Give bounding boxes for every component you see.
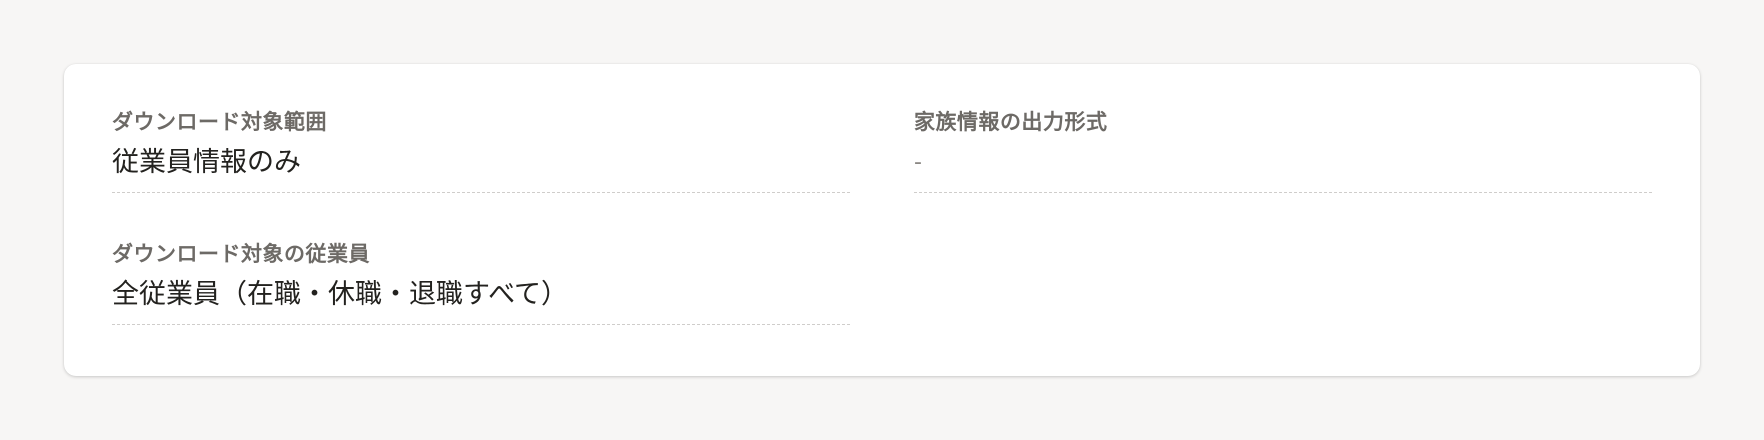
settings-summary-card: ダウンロード対象範囲 従業員情報のみ 家族情報の出力形式 - ダウンロード対象の…: [64, 64, 1700, 376]
target-employees-field: ダウンロード対象の従業員 全従業員（在職・休職・退職すべて）: [112, 241, 850, 325]
family-output-format-field: 家族情報の出力形式 -: [914, 109, 1652, 193]
download-scope-value: 従業員情報のみ: [112, 147, 301, 178]
target-employees-label: ダウンロード対象の従業員: [112, 242, 370, 266]
download-scope-label: ダウンロード対象範囲: [112, 110, 327, 134]
family-output-format-label: 家族情報の出力形式: [914, 110, 1108, 134]
family-output-format-value: -: [914, 150, 922, 175]
download-scope-field: ダウンロード対象範囲 従業員情報のみ: [112, 109, 850, 193]
target-employees-value: 全従業員（在職・休職・退職すべて）: [112, 279, 569, 310]
